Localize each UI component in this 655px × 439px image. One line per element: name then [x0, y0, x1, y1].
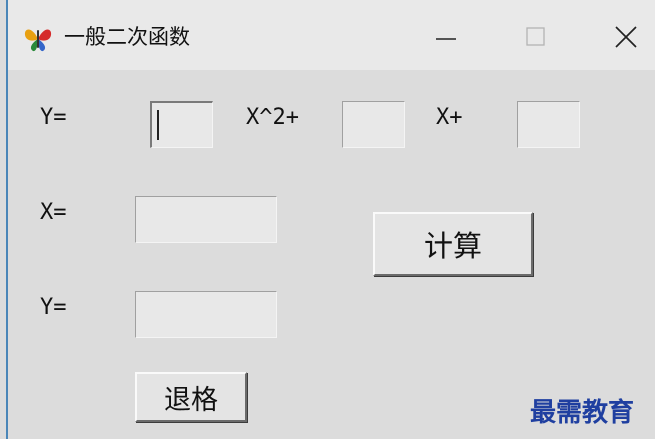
watermark-text: 最需教育	[530, 398, 635, 428]
app-window: 一般二次函数 Y= X^2+ X+ X= 计算 Y= 退格 最需教育	[0, 0, 655, 439]
maximize-icon	[526, 27, 545, 46]
text-caret	[157, 110, 159, 140]
calculate-button[interactable]: 计算	[373, 212, 533, 276]
x-value-input[interactable]	[135, 196, 277, 243]
minimize-button[interactable]	[416, 14, 476, 60]
backspace-button[interactable]: 退格	[135, 372, 247, 422]
y-equals-label: Y=	[40, 105, 67, 130]
x-equals-label: X=	[40, 200, 67, 225]
butterfly-app-icon	[22, 22, 54, 54]
close-button[interactable]	[596, 14, 655, 60]
maximize-button[interactable]	[506, 14, 566, 60]
x-plus-label: X+	[436, 105, 463, 130]
y-result-field[interactable]	[135, 291, 277, 338]
x-squared-plus-label: X^2+	[246, 105, 299, 130]
coefficient-c-input[interactable]	[517, 101, 580, 148]
coefficient-b-input[interactable]	[342, 101, 405, 148]
close-icon	[615, 26, 637, 48]
minimize-icon	[436, 38, 456, 40]
y-result-label: Y=	[40, 295, 67, 320]
window-title: 一般二次函数	[64, 25, 190, 49]
coefficient-a-input[interactable]	[150, 101, 213, 148]
